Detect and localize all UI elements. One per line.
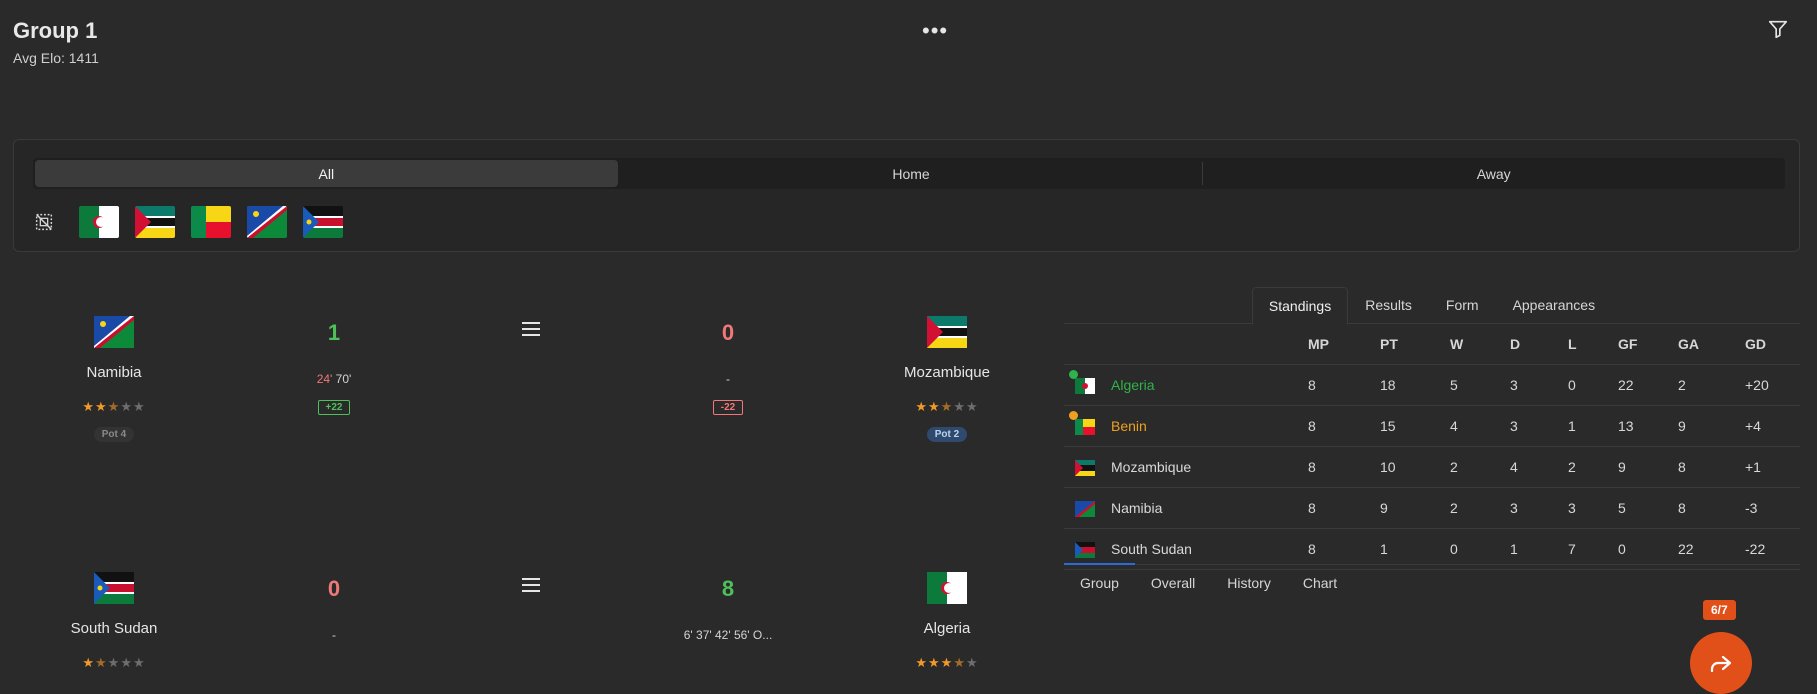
home-team-card[interactable]: Namibia ★★★★★ Pot 4: [24, 290, 204, 442]
col-pt[interactable]: PT: [1379, 324, 1449, 365]
view-tabs: Group Overall History Chart: [1064, 563, 1800, 601]
page-title: Group 1: [13, 18, 98, 43]
benin-flag[interactable]: [191, 206, 231, 238]
segment-away[interactable]: Away: [1202, 158, 1785, 189]
venue-segmented-control: All Home Away: [33, 158, 1785, 189]
mozambique-flag: [927, 316, 967, 348]
team-name: Namibia: [1110, 487, 1307, 529]
home-score-block: 0 -: [254, 546, 414, 642]
table-row[interactable]: Algeria 8 18 5 3 0 22 2 +20: [1064, 364, 1800, 406]
match-menu-icon[interactable]: [522, 578, 540, 592]
goal-diff-badge: +22: [317, 400, 351, 415]
team-name: Mozambique: [1110, 446, 1307, 488]
match-menu-icon[interactable]: [522, 322, 540, 336]
col-mp[interactable]: MP: [1307, 324, 1379, 365]
home-score-block: 1 24' 70' +22: [254, 290, 414, 415]
goal-minutes: 6' 37' 42' 56' O...: [683, 628, 773, 642]
standings-tabs: Standings Results Form Appearances: [1064, 287, 1800, 324]
mozambique-flag: [1075, 459, 1095, 476]
algeria-flag: [927, 572, 967, 604]
south-sudan-flag: [94, 572, 134, 604]
tab-chart[interactable]: Chart: [1287, 565, 1353, 601]
tab-history[interactable]: History: [1211, 565, 1287, 601]
team-filter-panel: All Home Away: [13, 139, 1800, 252]
col-gf[interactable]: GF: [1617, 324, 1677, 365]
tab-standings[interactable]: Standings: [1251, 287, 1349, 324]
goal-minutes: -: [332, 628, 336, 642]
algeria-flag: [1075, 377, 1095, 394]
namibia-flag: [94, 316, 134, 348]
team-rating: ★★★★★: [915, 399, 979, 414]
home-score: 1: [327, 320, 341, 345]
table-row[interactable]: Benin 8 15 4 3 1 13 9 +4: [1064, 405, 1800, 447]
team-name: Mozambique: [904, 364, 990, 381]
col-d[interactable]: D: [1509, 324, 1567, 365]
namibia-flag[interactable]: [247, 206, 287, 238]
progress-badge: 6/7: [1703, 600, 1736, 620]
tab-overall[interactable]: Overall: [1135, 565, 1211, 601]
away-team-card[interactable]: Mozambique ★★★★★ Pot 2: [857, 290, 1037, 442]
south-sudan-flag: [1075, 541, 1095, 558]
away-score: 8: [721, 576, 735, 601]
pot-badge: Pot 2: [926, 427, 968, 442]
home-score: 0: [327, 576, 341, 601]
tab-group[interactable]: Group: [1064, 563, 1135, 601]
home-team-card[interactable]: South Sudan ★★★★★: [24, 546, 204, 671]
share-button[interactable]: [1690, 632, 1752, 694]
south-sudan-flag[interactable]: [303, 206, 343, 238]
team-name: Algeria: [1110, 364, 1307, 406]
more-options-icon[interactable]: •••: [922, 18, 948, 44]
avg-elo: Avg Elo: 1411: [13, 50, 99, 66]
algeria-flag[interactable]: [79, 206, 119, 238]
standings-table: MP PT W D L GF GA GD Algeria 8 18 5 3 0 …: [1064, 324, 1800, 570]
away-score: 0: [721, 320, 735, 345]
team-rating: ★★★★★: [82, 655, 146, 670]
away-score-block: 0 - -22: [648, 290, 808, 415]
namibia-flag: [1075, 500, 1095, 517]
pot-badge: Pot 4: [93, 427, 135, 442]
team-name: Algeria: [923, 620, 971, 637]
table-header-row: MP PT W D L GF GA GD: [1064, 324, 1800, 365]
filter-icon[interactable]: [1767, 18, 1789, 40]
team-rating: ★★★★★: [82, 399, 146, 414]
goal-minutes: 24' 70': [316, 372, 352, 386]
goal-diff-badge: -22: [712, 400, 744, 415]
table-row[interactable]: Mozambique 8 10 2 4 2 9 8 +1: [1064, 446, 1800, 488]
col-ga[interactable]: GA: [1677, 324, 1744, 365]
table-row[interactable]: Namibia 8 9 2 3 3 5 8 -3: [1064, 487, 1800, 529]
goal-minutes: -: [726, 372, 730, 386]
away-score-block: 8 6' 37' 42' 56' O...: [648, 546, 808, 642]
team-flag-filters: [33, 206, 343, 238]
mozambique-flag[interactable]: [135, 206, 175, 238]
team-name: Namibia: [86, 364, 142, 381]
standings-panel: Standings Results Form Appearances MP PT…: [1064, 287, 1800, 570]
tab-appearances[interactable]: Appearances: [1496, 286, 1613, 323]
tab-results[interactable]: Results: [1348, 286, 1429, 323]
away-team-card[interactable]: Algeria ★★★★★: [857, 546, 1037, 671]
segment-home[interactable]: Home: [620, 158, 1203, 189]
share-icon: [1710, 655, 1732, 673]
col-w[interactable]: W: [1449, 324, 1509, 365]
team-name: Benin: [1110, 405, 1307, 447]
col-gd[interactable]: GD: [1744, 324, 1800, 365]
segment-all[interactable]: All: [35, 160, 618, 187]
team-rating: ★★★★★: [915, 655, 979, 670]
team-name: South Sudan: [70, 620, 158, 637]
benin-flag: [1075, 418, 1095, 435]
tab-form[interactable]: Form: [1429, 286, 1496, 323]
matches-list: Namibia ★★★★★ Pot 4 1 24' 70' +22 0 - -2…: [0, 290, 1060, 670]
col-l[interactable]: L: [1567, 324, 1617, 365]
clear-selection-icon[interactable]: [33, 211, 55, 233]
header: Group 1 Avg Elo: 1411: [13, 18, 99, 66]
